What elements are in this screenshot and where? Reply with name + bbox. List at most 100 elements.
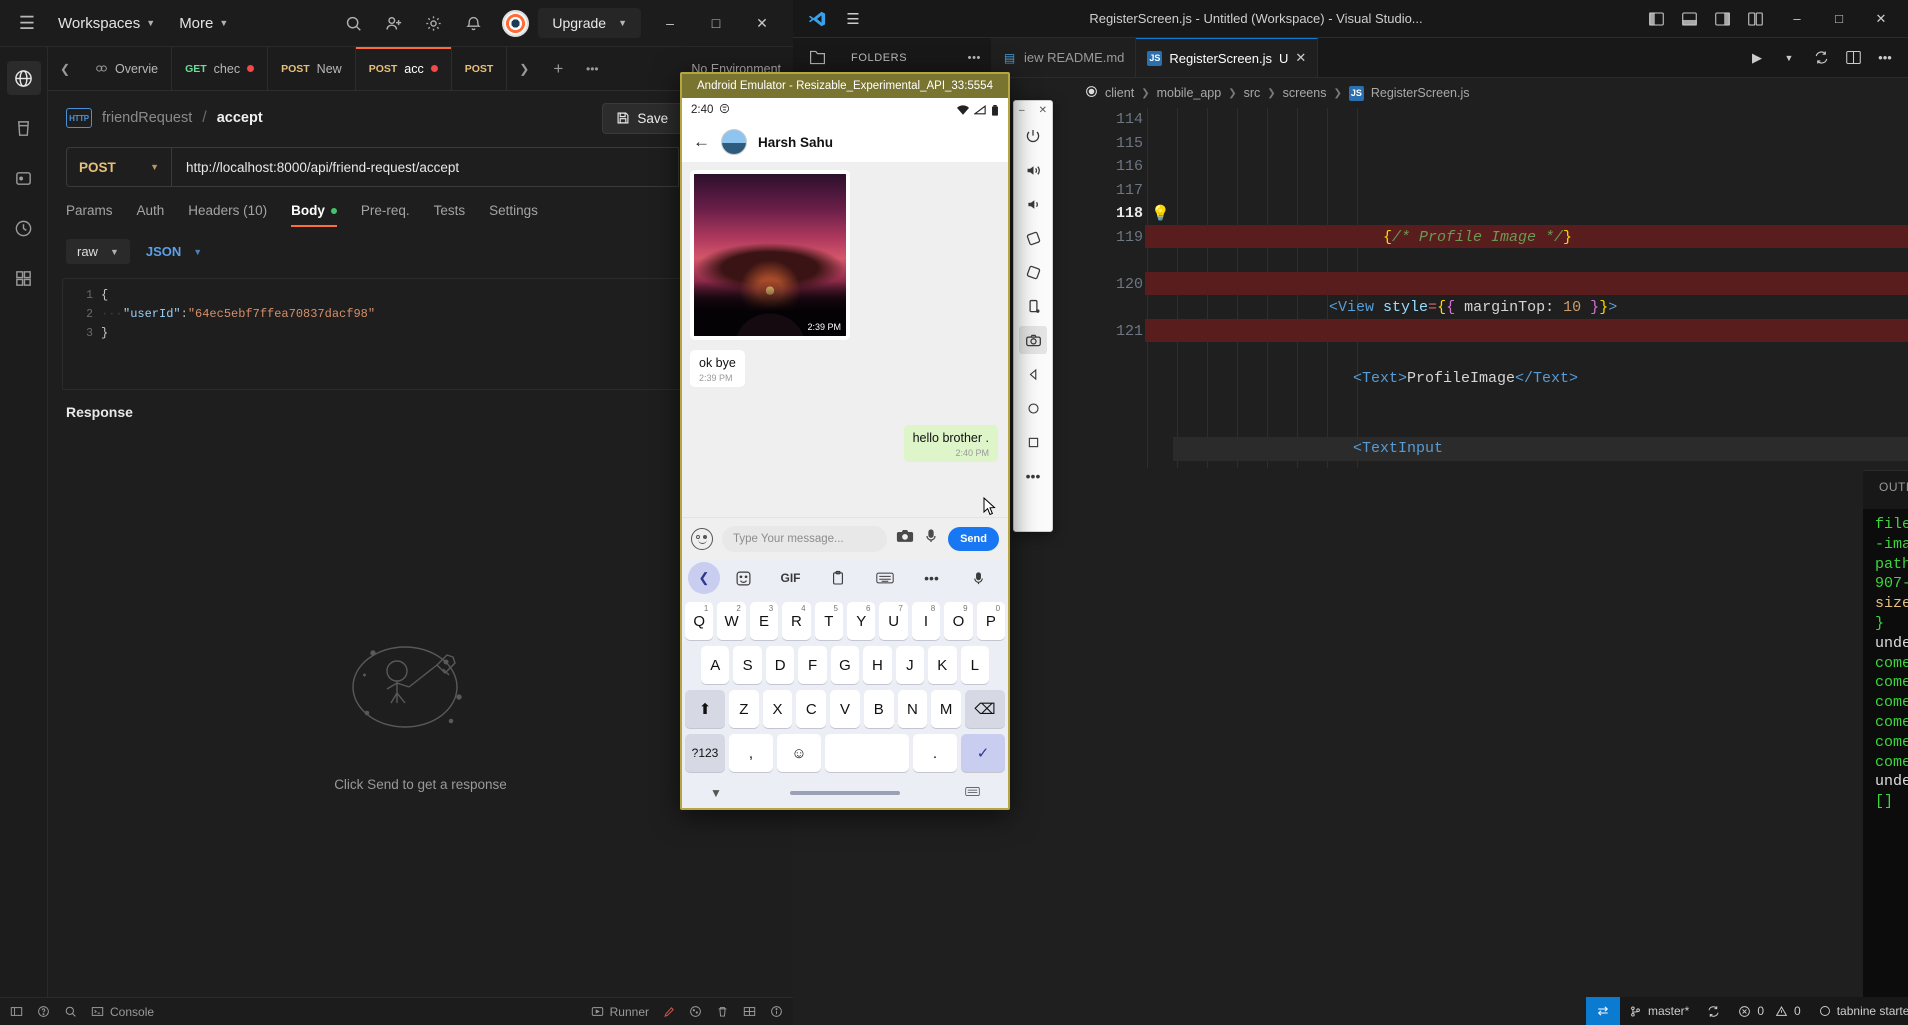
vscode-minimize-button[interactable]: – (1776, 0, 1818, 38)
symbols-key[interactable]: ?123 (685, 734, 725, 772)
message-bubble-text-left[interactable]: ok bye 2:39 PM (690, 350, 745, 387)
terminal-output[interactable]: filename: '1693472961184-118278907 -imag… (1863, 509, 1908, 997)
keyboard-layout-icon[interactable] (861, 571, 908, 585)
key-q[interactable]: 1Q (684, 602, 714, 640)
key-y[interactable]: 6Y (847, 602, 876, 640)
volume-down-icon[interactable] (1019, 190, 1047, 218)
tab-post-accept[interactable]: POST acc (355, 47, 452, 90)
statusbar-info-icon[interactable] (770, 1005, 783, 1018)
body-mode-selector[interactable]: raw ▼ (66, 239, 130, 264)
gif-button[interactable]: GIF (767, 571, 814, 585)
hide-keyboard-icon[interactable]: ▼ (710, 786, 722, 800)
tab-close-icon[interactable]: ✕ (1295, 50, 1306, 66)
back-arrow-icon[interactable]: ← (693, 132, 710, 152)
home-gesture-pill[interactable] (790, 791, 900, 795)
statusbar-help-icon[interactable] (37, 1005, 50, 1018)
hamburger-icon[interactable]: ☰ (8, 4, 46, 42)
switch-keyboard-icon[interactable] (965, 786, 980, 800)
toolbar-minimize-icon[interactable]: – (1019, 105, 1025, 116)
key-f[interactable]: F (798, 646, 827, 684)
tab-tests[interactable]: Tests (434, 203, 466, 227)
invite-user-icon[interactable] (373, 6, 413, 40)
upgrade-button[interactable]: Upgrade ▼ (538, 8, 641, 38)
key-l[interactable]: L (960, 646, 989, 684)
key-i[interactable]: 8I (911, 602, 941, 640)
statusbar-tabnine[interactable]: tabnine starter (1810, 997, 1908, 1025)
message-bubble-text-right[interactable]: hello brother . 2:40 PM (903, 425, 998, 462)
tab-more-icon[interactable]: ••• (575, 47, 609, 90)
key-z[interactable]: Z (728, 690, 759, 728)
tab-readme[interactable]: ▤ iew README.md (991, 38, 1137, 77)
tab-auth[interactable]: Auth (137, 203, 165, 227)
tab-registerscreen[interactable]: JS RegisterScreen.js U ✕ (1136, 38, 1319, 77)
key-m[interactable]: M (931, 690, 962, 728)
resize-device-icon[interactable] (1019, 292, 1047, 320)
breadcrumb-collection[interactable]: friendRequest (102, 110, 192, 126)
tabs-scroll-left-icon[interactable]: ❮ (48, 47, 82, 90)
key-w[interactable]: 2W (717, 602, 746, 640)
toggle-panel-icon[interactable] (1674, 5, 1704, 33)
breadcrumb-item-mobileapp[interactable]: mobile_app (1157, 86, 1222, 100)
key-j[interactable]: J (895, 646, 925, 684)
sticker-icon[interactable] (720, 570, 767, 587)
method-selector[interactable]: POST ▼ (66, 147, 171, 187)
statusbar-search-icon[interactable] (64, 1005, 77, 1018)
more-menu[interactable]: More ▼ (167, 6, 240, 40)
key-c[interactable]: C (796, 690, 827, 728)
sidebar-item-environments[interactable] (7, 111, 41, 145)
sidebar-item-mock[interactable] (7, 161, 41, 195)
avatar[interactable] (502, 9, 530, 37)
statusbar-sidebar-toggle[interactable] (10, 1005, 23, 1018)
statusbar-problems[interactable]: 0 0 (1729, 997, 1809, 1025)
key-v[interactable]: V (830, 690, 860, 728)
enter-key[interactable]: ✓ (961, 734, 1005, 772)
tab-post-other[interactable]: POST (452, 47, 508, 90)
run-chevron-down-icon[interactable]: ▼ (1774, 43, 1804, 73)
keyboard[interactable]: 1Q 2W 3E 4R 5T 6Y 7U 8I 9O 0P A S D F G … (682, 597, 1008, 778)
keyboard-more-icon[interactable]: ••• (908, 570, 955, 586)
editor-code[interactable]: { ···"userId":"64ec5ebf7ffea70837dacf98"… (101, 279, 778, 389)
chat-message-list[interactable]: 2:39 PM ok bye 2:39 PM hello brother . 2… (682, 162, 1008, 517)
close-button[interactable]: ✕ (739, 0, 785, 47)
gear-icon[interactable] (413, 6, 453, 40)
editor-more-icon[interactable]: ••• (1870, 43, 1900, 73)
tab-post-new[interactable]: POST New (268, 47, 356, 90)
save-button[interactable]: Save (602, 102, 683, 134)
tab-headers[interactable]: Headers (10) (188, 203, 267, 227)
maximize-button[interactable]: □ (693, 0, 739, 47)
body-language-selector[interactable]: JSON ▼ (146, 244, 202, 259)
statusbar-trash-icon[interactable] (716, 1005, 729, 1018)
split-editor-icon[interactable] (1838, 43, 1868, 73)
toolbar-close-icon[interactable]: ✕ (1039, 105, 1047, 116)
volume-up-icon[interactable] (1019, 156, 1047, 184)
toggle-secondary-sidebar-icon[interactable] (1707, 5, 1737, 33)
key-s[interactable]: S (733, 646, 762, 684)
back-nav-icon[interactable] (1019, 360, 1047, 388)
statusbar-console-button[interactable]: Console (91, 1005, 154, 1019)
microphone-icon[interactable] (923, 528, 939, 549)
breadcrumb-item-client[interactable]: client (1105, 86, 1134, 100)
sidebar-item-history[interactable] (7, 211, 41, 245)
shift-key[interactable]: ⬆ (684, 690, 725, 728)
key-e[interactable]: 3E (749, 602, 779, 640)
vscode-close-button[interactable]: ✕ (1860, 0, 1902, 38)
vscode-menu-icon[interactable]: ☰ (835, 4, 871, 34)
emoji-key[interactable]: ☺ (777, 734, 821, 772)
key-x[interactable]: X (762, 690, 793, 728)
key-h[interactable]: H (863, 646, 892, 684)
home-nav-icon[interactable] (1019, 394, 1047, 422)
split-sync-icon[interactable] (1806, 43, 1836, 73)
period-key[interactable]: . (913, 734, 957, 772)
statusbar-pencil-icon[interactable] (663, 1006, 675, 1018)
tab-overview[interactable]: Overvie (82, 47, 173, 90)
sidebar-item-apps[interactable] (7, 261, 41, 295)
breadcrumb-item-screens[interactable]: screens (1283, 86, 1327, 100)
breadcrumb-item-src[interactable]: src (1244, 86, 1261, 100)
tab-body[interactable]: Body (291, 203, 337, 227)
search-icon[interactable] (333, 6, 373, 40)
sidebar-more-icon[interactable]: ••• (968, 52, 981, 64)
new-tab-button[interactable]: + (541, 47, 575, 90)
notifications-icon[interactable] (453, 6, 493, 40)
statusbar-cookies-icon[interactable] (689, 1005, 702, 1018)
message-input[interactable]: Type Your message... (722, 525, 888, 552)
